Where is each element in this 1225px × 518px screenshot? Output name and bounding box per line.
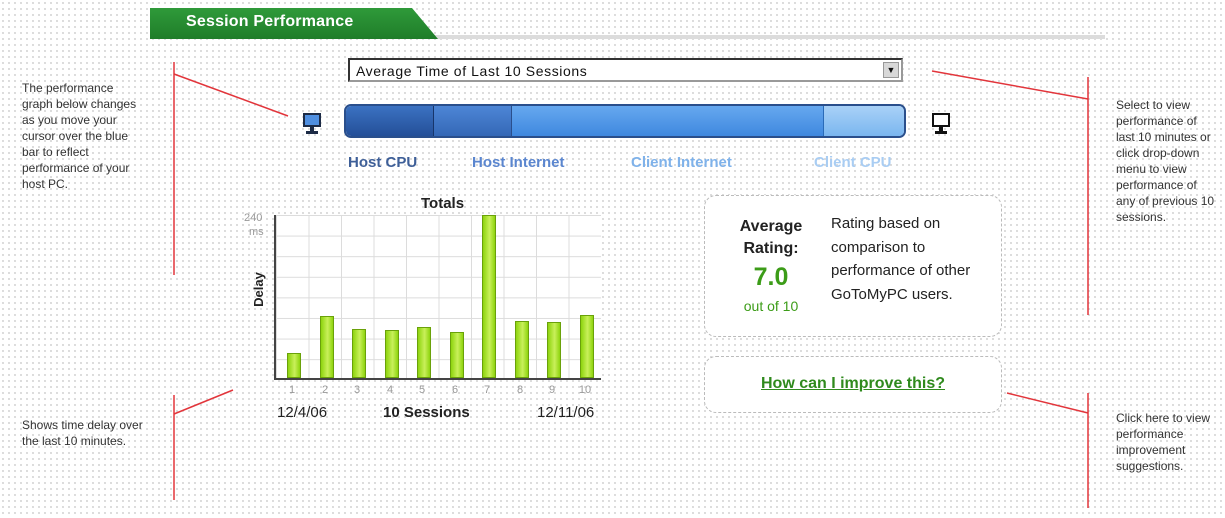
chart-bar (547, 322, 561, 378)
callout-line-left-bottom-pointer (173, 389, 234, 415)
chart-bar (352, 329, 366, 378)
client-computer-icon (932, 113, 950, 134)
chart-bar (417, 327, 431, 378)
chart-x-tick-label: 3 (353, 384, 361, 396)
page-title: Session Performance (186, 13, 354, 30)
perf-segment-client-internet[interactable] (512, 106, 824, 136)
annotation-select-dropdown: Select to view performance of last 10 mi… (1116, 98, 1215, 224)
chart-bar (320, 316, 334, 378)
chart-bar (515, 321, 529, 378)
chart-x-tick-label: 10 (578, 384, 592, 396)
chart-bar (482, 215, 496, 378)
annotation-improve-link: Click here to view performance improveme… (1116, 411, 1211, 473)
label-host-internet: Host Internet (472, 154, 565, 171)
chart-x-tick-label: 4 (386, 384, 394, 396)
chart-x-tick-label: 1 (288, 384, 296, 396)
chevron-down-icon[interactable]: ▼ (883, 62, 899, 78)
dropdown-selected-value: Average Time of Last 10 Sessions (356, 63, 588, 79)
chart-x-tick-label: 5 (418, 384, 426, 396)
callout-line-right-bottom-pointer (1006, 392, 1089, 414)
callout-line-left-top-pointer (173, 73, 289, 117)
callout-line-right-top-pointer (931, 70, 1089, 100)
chart-title: Totals (421, 195, 465, 212)
perf-segment-host-cpu[interactable] (346, 106, 434, 136)
annotation-performance-graph: The performance graph below changes as y… (22, 81, 137, 191)
chart-plot-area (274, 215, 601, 380)
chart-x-axis-label: 10 Sessions (383, 404, 470, 421)
rating-description: Rating based on comparison to performanc… (831, 215, 971, 303)
session-select-dropdown[interactable]: Average Time of Last 10 Sessions ▼ (348, 58, 903, 82)
label-client-internet: Client Internet (631, 154, 732, 171)
host-computer-icon (303, 113, 321, 134)
annotation-time-delay: Shows time delay over the last 10 minute… (22, 418, 143, 448)
perf-segment-host-internet[interactable] (434, 106, 512, 136)
chart-bar (287, 353, 301, 378)
chart-x-tick-label: 8 (516, 384, 524, 396)
label-client-cpu: Client CPU (814, 154, 892, 171)
chart-bar (580, 315, 594, 378)
chart-bar (385, 330, 399, 378)
y-tick-unit: ms (249, 226, 264, 238)
chart-x-start-date: 12/4/06 (277, 404, 328, 421)
perf-segment-client-cpu[interactable] (824, 106, 904, 136)
improve-link[interactable]: How can I improve this? (704, 375, 1002, 393)
chart-y-axis-label: Delay (250, 272, 266, 307)
chart-x-end-date: 12/11/06 (537, 404, 595, 421)
chart-bar (450, 332, 464, 378)
rating-out-of: out of 10 (743, 298, 799, 314)
rating-value: 7.0 (753, 263, 789, 291)
y-tick-top: 240 (244, 212, 263, 224)
performance-bar[interactable] (344, 104, 906, 138)
chart-x-tick-label: 7 (483, 384, 491, 396)
chart-x-tick-label: 9 (548, 384, 556, 396)
chart-x-tick-label: 6 (451, 384, 459, 396)
chart-x-tick-label: 2 (321, 384, 329, 396)
label-host-cpu: Host CPU (348, 154, 418, 171)
rating-label: Average Rating: (739, 218, 803, 257)
